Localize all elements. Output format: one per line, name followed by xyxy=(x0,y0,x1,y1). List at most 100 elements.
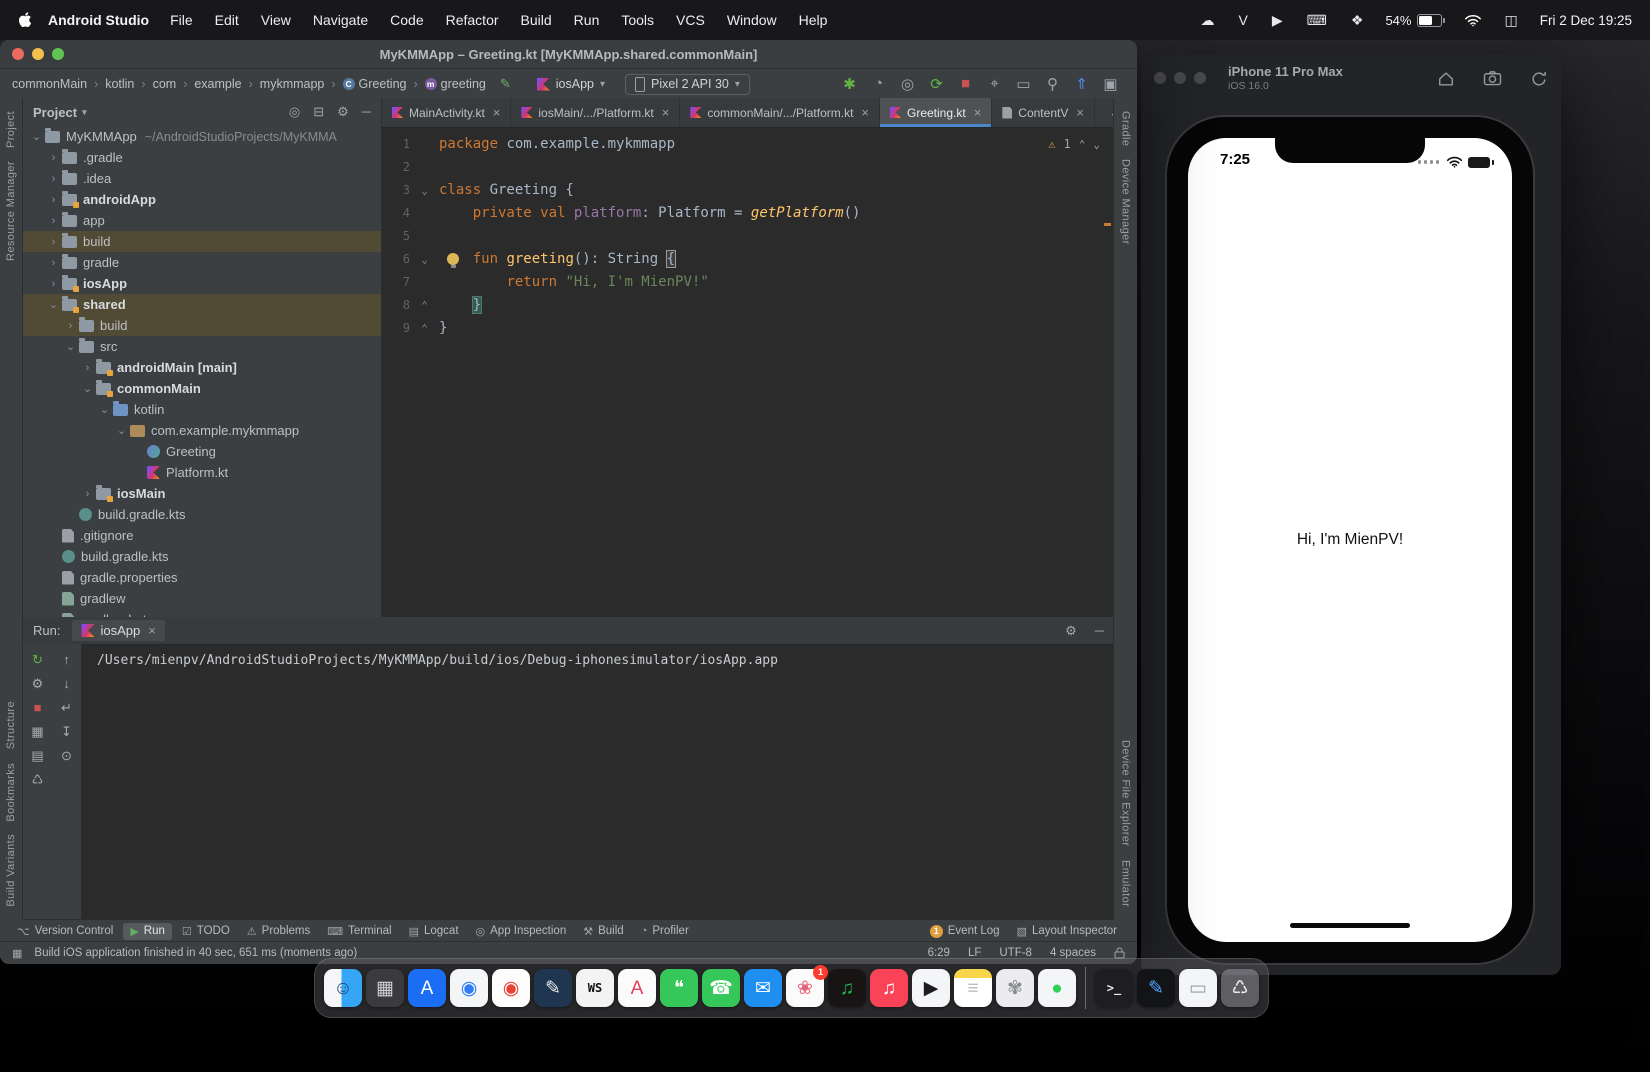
tree-item-src[interactable]: ⌄ src xyxy=(23,336,381,357)
window-titlebar[interactable]: MyKMMApp – Greeting.kt [MyKMMApp.shared.… xyxy=(0,40,1137,69)
dock-terminal[interactable]: >_ xyxy=(1095,969,1133,1007)
tree-item-build-gradle-kts[interactable]: build.gradle.kts xyxy=(23,546,381,567)
stripe-device-file-explorer[interactable]: Device File Explorer xyxy=(1120,740,1132,846)
chevron-down-icon[interactable]: ⌄ xyxy=(114,424,129,437)
tree-item-gradle[interactable]: › .gradle xyxy=(23,147,381,168)
breadcrumb-mykmmapp[interactable]: mykmmapp xyxy=(260,77,325,91)
dock-app-store[interactable]: A xyxy=(408,969,446,1007)
dock-tv[interactable]: ▶ xyxy=(912,969,950,1007)
iphone-screen[interactable]: 7:25 Hi, I'm MienPV! xyxy=(1188,138,1512,942)
clear-all-icon[interactable]: ♺ xyxy=(32,772,44,788)
stripe-gradle[interactable]: Gradle xyxy=(1120,111,1132,146)
dock-finder[interactable]: ☺ xyxy=(324,969,362,1007)
menu-refactor[interactable]: Refactor xyxy=(435,12,510,28)
fold-icon[interactable]: ⌃ xyxy=(410,294,439,317)
dock-messages[interactable]: ❝ xyxy=(660,969,698,1007)
tree-item-app[interactable]: › app xyxy=(23,210,381,231)
active-app-name[interactable]: Android Studio xyxy=(48,12,149,28)
debug-icon[interactable]: ✱ xyxy=(841,75,858,93)
pin-icon[interactable]: ⊙ xyxy=(61,748,72,764)
tree-item-commonmain[interactable]: ⌄ commonMain xyxy=(23,378,381,399)
toolbar-version-control[interactable]: ⌥ Version Control xyxy=(10,923,120,940)
breadcrumb-commonmain[interactable]: commonMain xyxy=(12,77,87,91)
dock-spotify[interactable]: ♫ xyxy=(828,969,866,1007)
toolbar-event-log[interactable]: 1 Event Log xyxy=(923,923,1007,940)
dock-launchpad[interactable]: ▦ xyxy=(366,969,404,1007)
collapse-all-icon[interactable]: ⊟ xyxy=(313,104,324,120)
chevron-right-icon[interactable]: › xyxy=(46,278,61,290)
stop-icon[interactable]: ■ xyxy=(34,700,42,716)
chevron-right-icon[interactable]: › xyxy=(80,362,95,374)
edit-configuration-icon[interactable]: ✎ xyxy=(500,76,511,92)
inspections-widget[interactable]: ⚠ 1 ⌃ ⌄ xyxy=(1048,133,1100,156)
close-icon[interactable]: × xyxy=(1076,105,1084,120)
close-window-button[interactable] xyxy=(1154,72,1166,84)
play-status-icon[interactable]: ▶ xyxy=(1272,12,1283,29)
hide-panel-icon[interactable]: ─ xyxy=(362,104,371,120)
dock-facetime[interactable]: ☎ xyxy=(702,969,740,1007)
stripe-bookmarks[interactable]: Bookmarks xyxy=(5,763,17,822)
chevron-right-icon[interactable]: › xyxy=(46,236,61,248)
tree-item-platform-kt[interactable]: Platform.kt xyxy=(23,462,381,483)
menu-window[interactable]: Window xyxy=(716,12,788,28)
chevron-down-icon[interactable]: ⌄ xyxy=(80,382,95,395)
home-icon[interactable] xyxy=(1437,70,1455,87)
v-app-icon[interactable]: V xyxy=(1239,12,1248,29)
search-everywhere-icon[interactable]: ⚲ xyxy=(1044,75,1061,93)
dock-pen-app[interactable]: ✎ xyxy=(534,969,572,1007)
dock-webstorm[interactable]: WS xyxy=(576,969,614,1007)
tree-item-iosapp[interactable]: › iosApp xyxy=(23,273,381,294)
dock-pen-tool[interactable]: ✎ xyxy=(1137,969,1175,1007)
down-stack-trace-icon[interactable]: ↓ xyxy=(63,676,70,692)
dock-safari[interactable]: ◉ xyxy=(450,969,488,1007)
toolbar-app-inspection[interactable]: ◎ App Inspection xyxy=(469,923,574,940)
fold-icon[interactable]: ⌃ xyxy=(410,317,439,340)
dock-photos-app[interactable]: ❀ 1 xyxy=(786,965,828,1007)
stripe-build-variants[interactable]: Build Variants xyxy=(5,834,17,907)
zoom-window-button[interactable] xyxy=(1194,72,1206,84)
dock-trash[interactable]: ♺ xyxy=(1221,969,1259,1007)
print-icon[interactable]: ▤ xyxy=(31,748,43,764)
intention-bulb-icon[interactable] xyxy=(447,253,459,268)
dock-green-app[interactable]: ● xyxy=(1038,969,1076,1007)
tree-item-idea[interactable]: › .idea xyxy=(23,168,381,189)
tool-windows-icon[interactable]: ▦ xyxy=(12,947,22,960)
toolbar-todo[interactable]: ☑ TODO xyxy=(175,923,237,940)
tree-item-gradle-properties[interactable]: gradle.properties xyxy=(23,567,381,588)
chevron-right-icon[interactable]: › xyxy=(46,215,61,227)
menu-navigate[interactable]: Navigate xyxy=(302,12,379,28)
simulator-titlebar[interactable]: iPhone 11 Pro Max iOS 16.0 xyxy=(1141,55,1561,101)
stripe-emulator[interactable]: Emulator xyxy=(1120,860,1132,907)
home-indicator[interactable] xyxy=(1290,923,1410,928)
apple-menu-icon[interactable] xyxy=(18,12,32,28)
fold-icon[interactable]: ⌄ xyxy=(410,248,439,271)
up-stack-trace-icon[interactable]: ↑ xyxy=(63,652,70,668)
toolbar-profiler[interactable]: ◔ Profiler xyxy=(634,923,696,939)
tree-item-gradlew[interactable]: gradlew xyxy=(23,588,381,609)
dock-chrome[interactable]: ◉ xyxy=(492,969,530,1007)
tab-contentv[interactable]: ContentV × xyxy=(992,98,1095,127)
breadcrumb-com[interactable]: com xyxy=(153,77,177,91)
fold-icon[interactable]: ⌄ xyxy=(410,179,439,202)
run-settings-icon[interactable]: ⚙ xyxy=(1065,623,1077,639)
dock-textedit[interactable]: ▭ xyxy=(1179,969,1217,1007)
tree-item-androidapp[interactable]: › androidApp xyxy=(23,189,381,210)
tree-item-iosmain[interactable]: › iosMain xyxy=(23,483,381,504)
restore-layout-icon[interactable]: ▦ xyxy=(31,724,43,740)
dock-music[interactable]: ♫ xyxy=(870,969,908,1007)
tree-item-gradlew-bat[interactable]: gradlew.bat xyxy=(23,609,381,617)
code-editor[interactable]: 1 package com.example.mykmmapp 2 3 ⌄ class Gr… xyxy=(382,127,1114,617)
tree-item-androidmain-main[interactable]: › androidMain [main] xyxy=(23,357,381,378)
menu-help[interactable]: Help xyxy=(788,12,839,28)
chevron-down-icon[interactable]: ⌄ xyxy=(97,403,112,416)
run-settings-icon[interactable]: ⚙ xyxy=(32,676,44,692)
dock-a-app[interactable]: A xyxy=(618,969,656,1007)
close-icon[interactable]: × xyxy=(662,105,670,120)
run-console[interactable]: /Users/mienpv/AndroidStudioProjects/MyKM… xyxy=(82,644,1114,920)
toolbar-run[interactable]: ▶ Run xyxy=(123,922,172,940)
apply-changes-icon[interactable]: ⟳ xyxy=(928,75,945,93)
tab-iosmain-platform-kt[interactable]: iosMain/.../Platform.kt × xyxy=(511,98,681,127)
breadcrumb-kotlin[interactable]: kotlin xyxy=(105,77,134,91)
tree-item-build[interactable]: › build xyxy=(23,231,381,252)
chevron-right-icon[interactable]: › xyxy=(46,152,61,164)
